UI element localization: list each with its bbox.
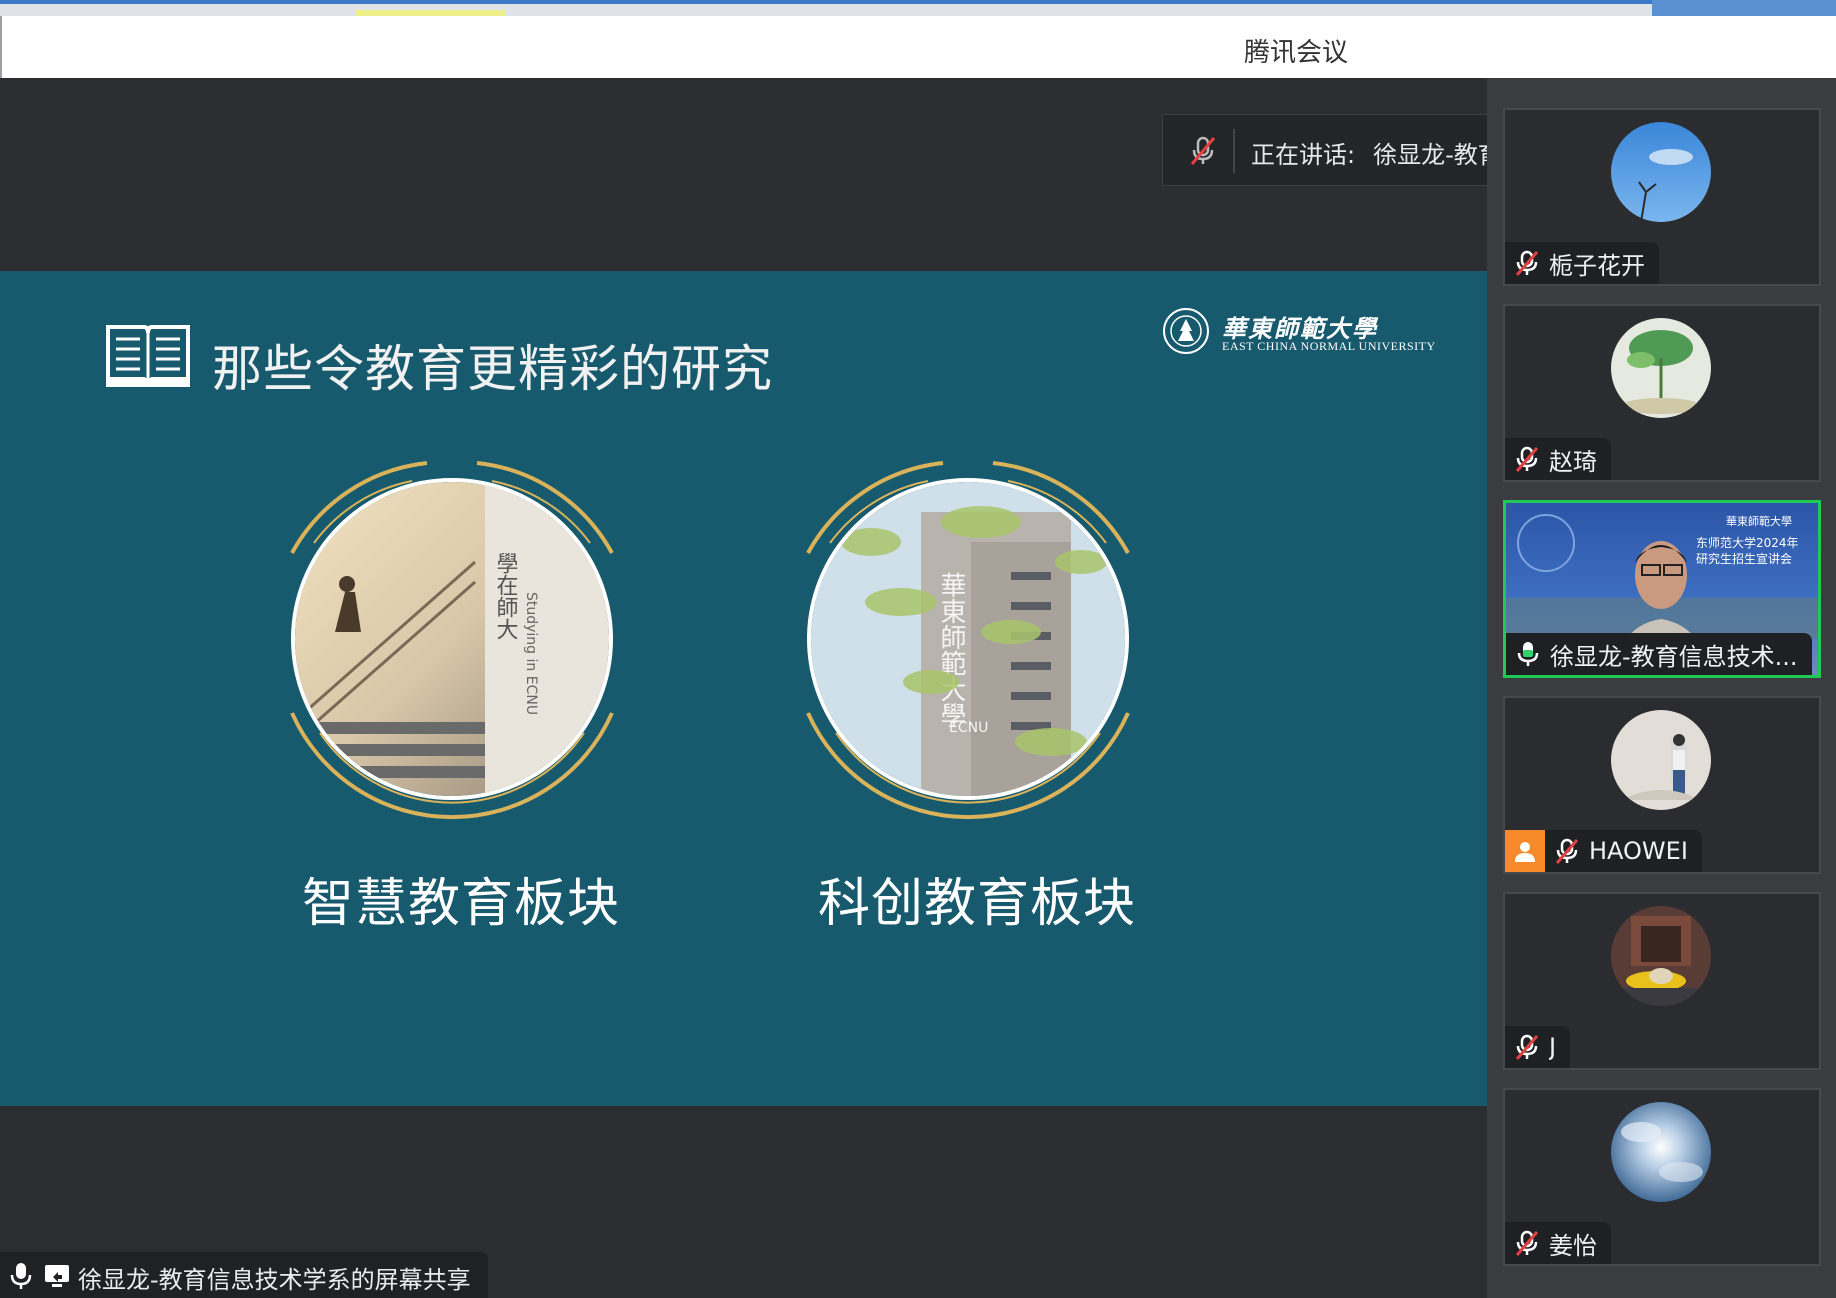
open-book-icon	[106, 325, 190, 387]
participant-tile[interactable]: 栀子花开	[1503, 108, 1821, 286]
screen-share-label: 徐显龙-教育信息技术学系的屏幕共享	[0, 1252, 488, 1298]
participant-nametag: HAOWEI	[1505, 830, 1702, 872]
participant-nametag: 栀子花开	[1505, 242, 1659, 284]
ecnu-logo: 華東師範大學 EAST CHINA NORMAL UNIVERSITY	[1162, 307, 1442, 359]
participant-tile[interactable]: 赵琦	[1503, 304, 1821, 482]
participant-tile-active-speaker[interactable]: 華東師範大學 东师范大学2024年 研究生招生宣讲会 徐显龙-教育信息技术...	[1503, 500, 1821, 678]
building-image: 華東師範大學 ECNU	[811, 482, 1125, 796]
participant-name: 徐显龙-教育信息技术...	[1550, 642, 1798, 671]
browser-accent-bar	[0, 0, 1836, 4]
building-photo: 華東師範大學 ECNU	[807, 478, 1129, 800]
slide-heading: 那些令教育更精彩的研究	[212, 340, 773, 398]
muted-mic-icon	[1515, 446, 1539, 472]
window-title: 腾讯会议	[1244, 38, 1349, 68]
module-label-smart: 智慧教育板块	[302, 874, 621, 934]
muted-mic-icon	[1515, 1034, 1539, 1060]
participant-name: 姜怡	[1549, 1231, 1597, 1260]
speaking-divider	[1233, 129, 1235, 173]
avatar	[1611, 122, 1711, 222]
screen-share-icon	[45, 1265, 69, 1287]
participant-tile[interactable]: HAOWEI	[1503, 696, 1821, 874]
participant-nametag: 赵琦	[1505, 438, 1611, 480]
participant-sidebar[interactable]: 栀子花开 赵琦 華東師範大學 东师范大学2024年 研究生招生宣讲会 徐显龙-教…	[1487, 78, 1836, 1298]
browser-top-strip	[0, 0, 1836, 16]
participant-tile[interactable]: J	[1503, 892, 1821, 1070]
stairs-photo-caption-en: Studying in ECNU	[523, 592, 539, 715]
mic-icon	[10, 1263, 32, 1289]
module-innovation-education: 華東師範大學 ECNU	[778, 433, 1158, 833]
stairs-image: 學在師大 Studying in ECNU	[295, 482, 609, 796]
muted-mic-icon	[1515, 250, 1539, 276]
avatar	[1611, 1102, 1711, 1202]
speaking-label: 正在讲话:	[1251, 141, 1356, 169]
participant-name: 栀子花开	[1549, 251, 1645, 280]
university-seal-icon	[1163, 308, 1209, 354]
avatar	[1611, 906, 1711, 1006]
video-text-line2: 研究生招生宣讲会	[1696, 551, 1792, 566]
muted-mic-icon	[1190, 136, 1216, 165]
avatar	[1611, 710, 1711, 810]
logo-english-name: EAST CHINA NORMAL UNIVERSITY	[1222, 339, 1436, 353]
user-icon	[1515, 842, 1535, 862]
participant-nametag: 姜怡	[1505, 1222, 1611, 1264]
browser-top-right	[1652, 0, 1836, 16]
building-photo-caption-cn: 華東師範大學	[936, 572, 966, 728]
stairs-photo-caption-cn: 學在師大	[493, 552, 519, 640]
participant-tile[interactable]: 姜怡	[1503, 1088, 1821, 1266]
default-avatar-badge	[1505, 830, 1545, 872]
video-text-logo: 華東師範大學	[1726, 514, 1792, 528]
participant-name: HAOWEI	[1589, 837, 1688, 865]
avatar	[1611, 318, 1711, 418]
module-smart-education: 學在師大 Studying in ECNU	[262, 433, 642, 833]
participant-name: J	[1549, 1033, 1557, 1061]
participant-nametag: 徐显龙-教育信息技术...	[1506, 633, 1812, 675]
muted-mic-icon	[1555, 838, 1579, 864]
shared-slide: 那些令教育更精彩的研究 華東師範大學 EAST CHINA NORMAL UNI…	[0, 271, 1487, 1106]
screen-share-text: 徐显龙-教育信息技术学系的屏幕共享	[78, 1266, 471, 1294]
window-title-bar[interactable]: 腾讯会议	[0, 16, 1836, 78]
video-text-line1: 东师范大学2024年	[1696, 535, 1799, 550]
module-label-innovation: 科创教育板块	[818, 874, 1137, 934]
stairs-photo: 學在師大 Studying in ECNU	[291, 478, 613, 800]
participant-name: 赵琦	[1549, 447, 1597, 476]
building-photo-caption-en: ECNU	[949, 720, 988, 736]
muted-mic-icon	[1515, 1230, 1539, 1256]
participant-nametag: J	[1505, 1026, 1571, 1068]
mic-active-icon	[1517, 642, 1539, 666]
